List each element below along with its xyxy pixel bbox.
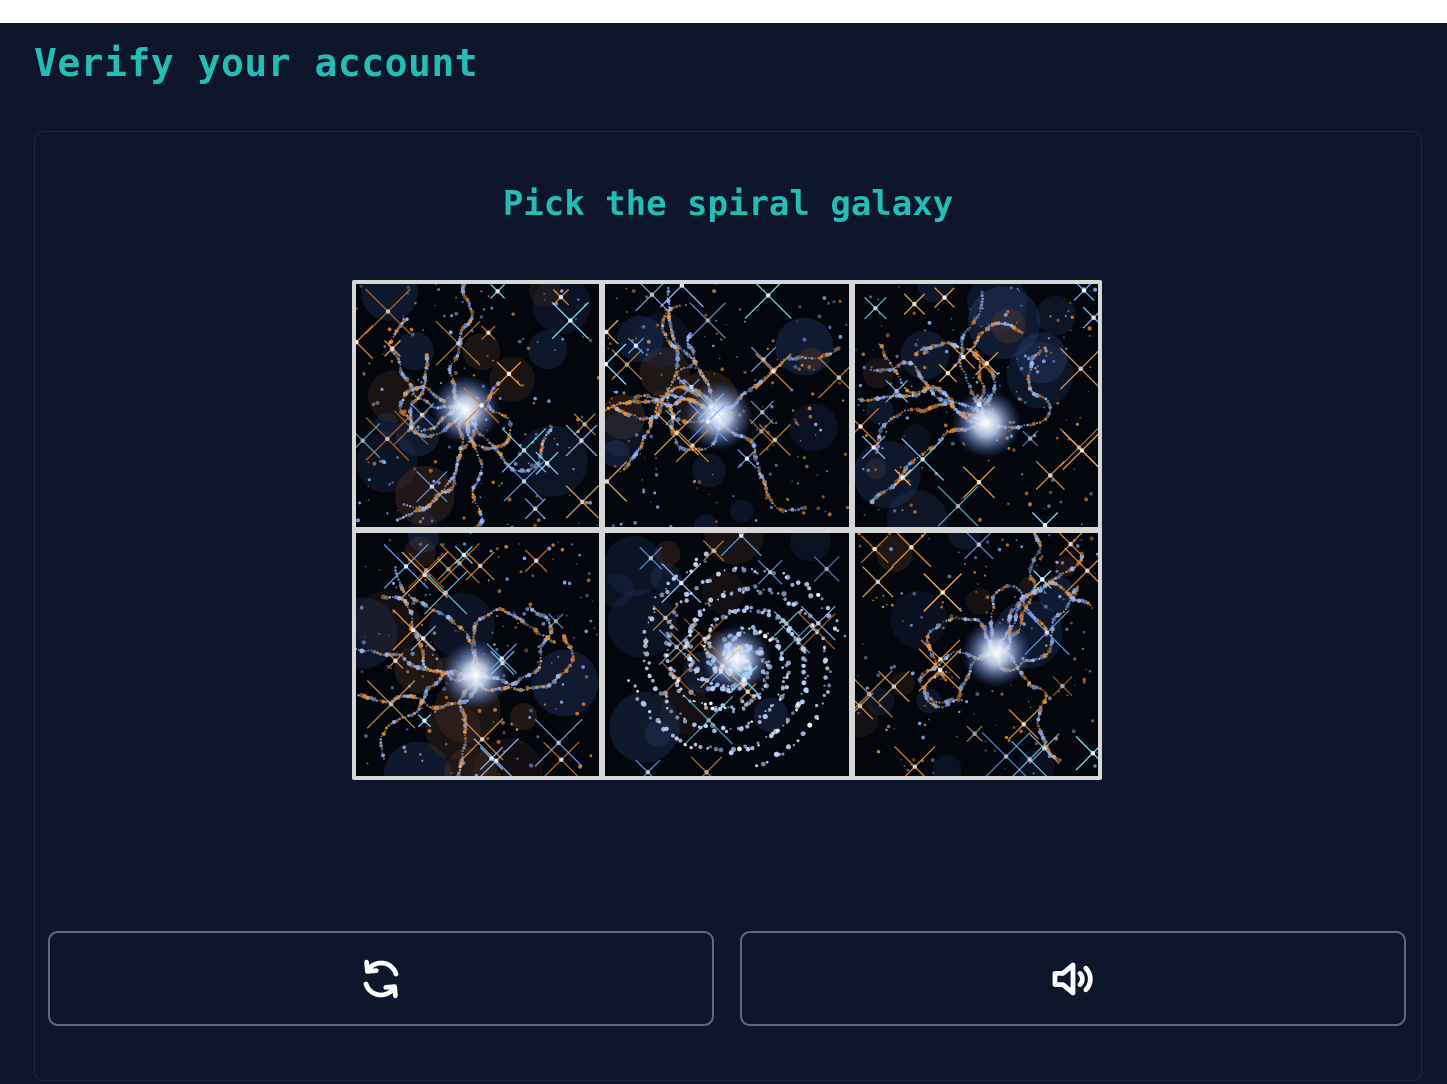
captcha-tile-1[interactable] [356, 284, 600, 527]
galaxy-image-6 [854, 533, 1098, 776]
captcha-tile-6[interactable] [854, 533, 1098, 776]
page-title: Verify your account [34, 41, 479, 85]
captcha-tile-2[interactable] [605, 284, 849, 527]
refresh-icon [363, 959, 399, 998]
galaxy-image-1 [356, 284, 600, 527]
galaxy-image-3 [854, 284, 1098, 527]
captcha-panel: Pick the spiral galaxy [34, 131, 1422, 1081]
captcha-tile-3[interactable] [854, 284, 1098, 527]
browser-top-bar [0, 0, 1447, 23]
galaxy-image-4 [356, 533, 600, 776]
refresh-button[interactable] [48, 931, 714, 1026]
captcha-tile-4[interactable] [356, 533, 600, 776]
galaxy-image-5 [605, 533, 849, 776]
captcha-tile-5[interactable] [605, 533, 849, 776]
galaxy-image-2 [605, 284, 849, 527]
audio-challenge-button[interactable] [740, 931, 1406, 1026]
captcha-prompt: Pick the spiral galaxy [502, 184, 954, 224]
speaker-icon [1052, 962, 1093, 995]
captcha-image-grid [352, 280, 1102, 780]
verification-page: Verify your account Pick the spiral gala… [0, 23, 1447, 1084]
